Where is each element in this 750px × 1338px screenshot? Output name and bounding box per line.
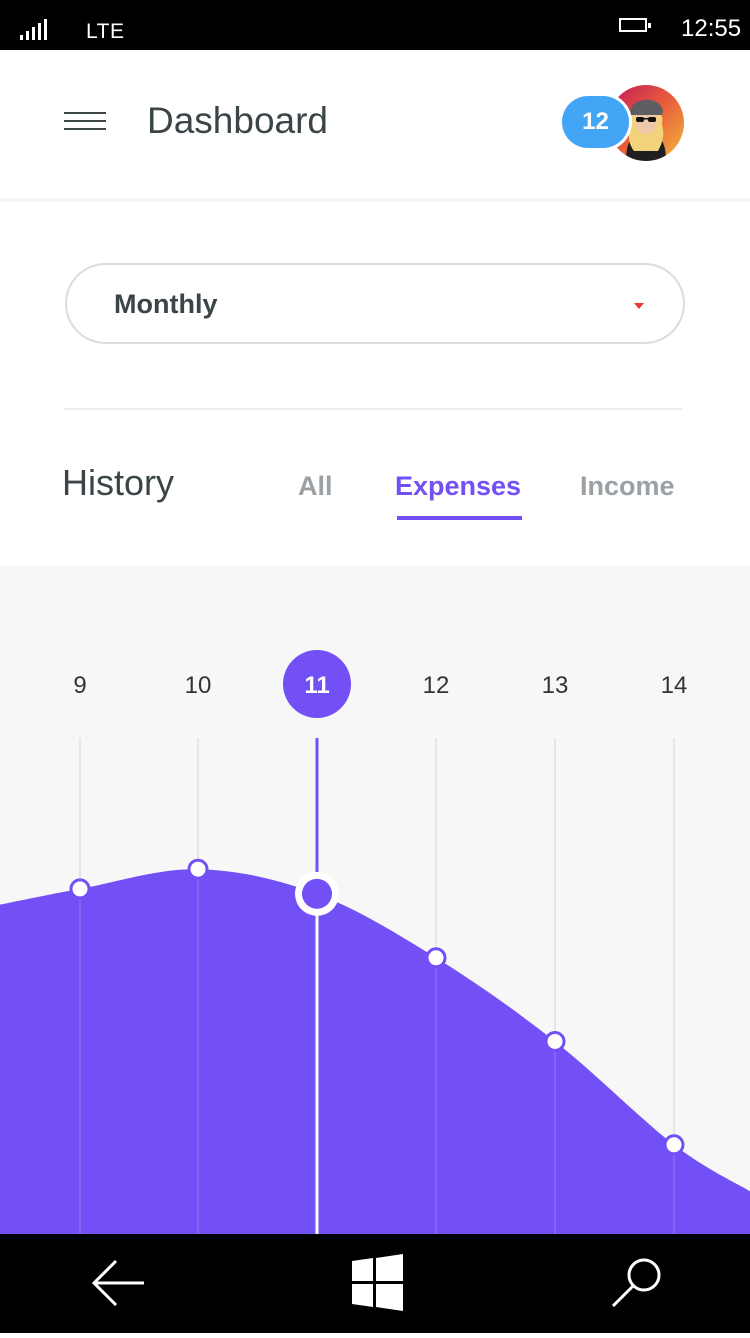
tab-income[interactable]: Income	[580, 471, 675, 502]
x-axis-label[interactable]: 13	[542, 672, 569, 699]
caret-down-icon	[634, 303, 644, 309]
divider	[64, 408, 682, 410]
x-axis-label[interactable]: 9	[73, 672, 86, 699]
data-point[interactable]	[69, 878, 91, 900]
navigation-bar	[0, 1234, 750, 1333]
page-title: Dashboard	[147, 100, 329, 141]
app-header: Dashboard 12	[0, 50, 750, 202]
status-bar: LTE 12:55	[0, 0, 750, 50]
selected-data-point-core	[302, 878, 332, 909]
period-select[interactable]: Monthly	[65, 263, 685, 344]
network-type: LTE	[86, 20, 125, 43]
x-axis-label[interactable]: 11	[304, 672, 329, 699]
history-heading: History	[62, 462, 175, 503]
data-point[interactable]	[544, 1030, 566, 1052]
tab-expenses[interactable]: Expenses	[395, 471, 521, 502]
x-axis-label[interactable]: 12	[423, 672, 450, 699]
expenses-area-chart[interactable]: 9 10 11 12 13 14	[0, 566, 750, 1234]
x-axis-label[interactable]: 14	[661, 672, 688, 699]
battery-icon	[619, 18, 651, 32]
tab-all[interactable]: All	[298, 471, 333, 502]
signal-strength-icon	[20, 18, 50, 40]
x-axis-label[interactable]: 10	[185, 672, 212, 699]
data-point[interactable]	[663, 1134, 685, 1156]
windows-logo-icon[interactable]	[317, 1234, 437, 1333]
hamburger-menu-icon[interactable]	[64, 112, 106, 132]
data-point[interactable]	[187, 858, 209, 880]
clock: 12:55	[681, 15, 742, 42]
period-select-value: Monthly	[114, 289, 218, 319]
notification-badge[interactable]: 12	[562, 96, 629, 148]
search-icon[interactable]	[580, 1234, 700, 1333]
expenses-area	[0, 869, 750, 1234]
back-arrow-icon[interactable]	[60, 1234, 180, 1333]
data-point[interactable]	[425, 947, 447, 969]
active-tab-indicator	[397, 516, 522, 520]
